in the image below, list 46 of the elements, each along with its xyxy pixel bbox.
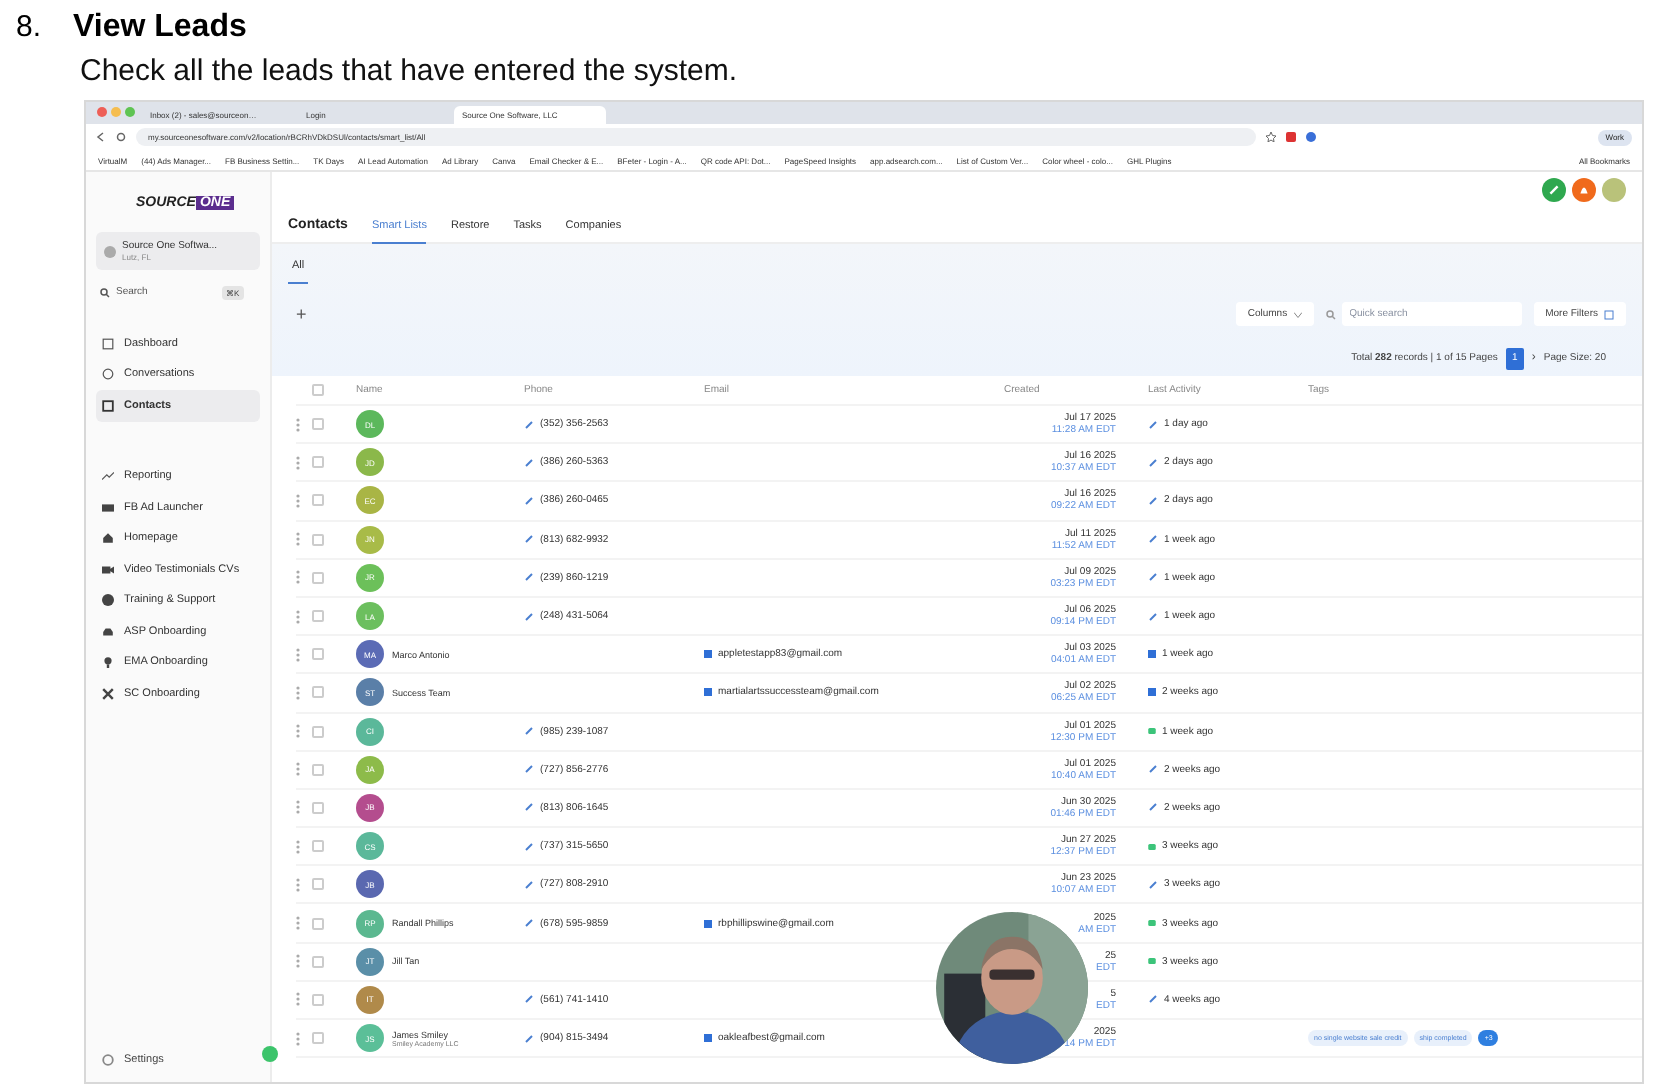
row-checkbox[interactable]	[312, 801, 324, 814]
row-checkbox[interactable]	[312, 955, 324, 968]
message-icon	[1148, 843, 1156, 850]
back-icon	[96, 132, 106, 142]
collapse-toggle[interactable]	[262, 1046, 278, 1062]
row-checkbox[interactable]	[312, 878, 324, 891]
message-icon	[1148, 920, 1156, 927]
row-checkbox[interactable]	[312, 917, 324, 930]
row-checkbox[interactable]	[312, 571, 324, 584]
row-checkbox[interactable]	[312, 686, 324, 699]
user-avatar[interactable]	[1602, 178, 1626, 202]
caret-icon	[1293, 311, 1302, 317]
row-checkbox[interactable]	[312, 725, 324, 738]
search-icon	[1325, 309, 1336, 319]
phone-button[interactable]	[1542, 178, 1566, 202]
card-icon	[102, 501, 114, 514]
filter-icon	[1604, 309, 1614, 319]
row-checkbox[interactable]	[312, 494, 324, 507]
row-checkbox[interactable]	[312, 840, 324, 853]
add-button[interactable]: +	[288, 304, 315, 324]
row-checkbox[interactable]	[312, 456, 324, 469]
row-checkbox[interactable]	[312, 533, 324, 546]
message-icon	[1148, 958, 1156, 965]
settings-icon	[102, 1054, 114, 1066]
step-title: View Leads	[73, 10, 247, 46]
step-number: 8.	[16, 10, 42, 44]
message-icon	[1148, 728, 1156, 735]
row-checkbox[interactable]	[312, 993, 324, 1006]
star-icon	[1266, 132, 1276, 142]
reload-icon	[116, 132, 126, 142]
bell-icon	[1578, 184, 1590, 196]
row-checkbox[interactable]	[312, 610, 324, 623]
select-all-checkbox[interactable]	[312, 384, 324, 396]
home-icon	[102, 532, 114, 545]
bulb-icon	[102, 656, 114, 669]
window-controls-icon[interactable]	[94, 104, 138, 120]
video-icon	[102, 563, 114, 576]
row-checkbox[interactable]	[312, 763, 324, 776]
row-checkbox[interactable]	[312, 1032, 324, 1045]
row-checkbox[interactable]	[312, 648, 324, 661]
account-icon	[104, 245, 116, 257]
search-icon	[100, 287, 110, 297]
trend-icon	[102, 470, 114, 483]
row-checkbox[interactable]	[312, 418, 324, 431]
notifications-button[interactable]	[1572, 178, 1596, 202]
step-description: Check all the leads that have entered the system.	[80, 54, 740, 88]
